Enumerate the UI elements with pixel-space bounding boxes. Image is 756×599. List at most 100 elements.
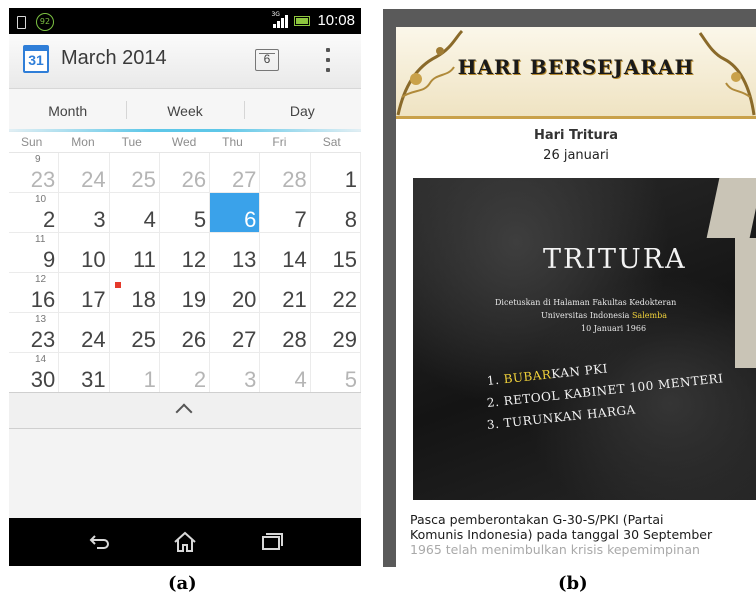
day-number: 16 (30, 287, 56, 312)
day-cell[interactable]: 25 (109, 153, 160, 193)
day-cell[interactable]: 28 (260, 313, 311, 353)
day-number: 7 (294, 207, 307, 232)
day-cell[interactable]: 5 (159, 193, 211, 233)
day-cell[interactable]: 28 (260, 153, 311, 193)
inscription-line-2-text: Universitas Indonesia (541, 311, 632, 320)
day-cell[interactable]: 22 (310, 273, 361, 313)
day-cell[interactable]: 4 (260, 353, 311, 393)
banner-title: HARI BERSEJARAH (457, 55, 695, 79)
week-number: 10 (35, 194, 47, 205)
day-number: 12 (181, 247, 207, 272)
day-number: 19 (181, 287, 207, 312)
day-number: 27 (231, 167, 257, 192)
day-number: 3 (244, 367, 257, 392)
week-number: 9 (35, 154, 41, 165)
day-cell[interactable]: 31 (59, 353, 110, 393)
day-cell[interactable]: 7 (260, 193, 311, 233)
day-number: 1 (344, 167, 357, 192)
day-cell[interactable]: 13 (210, 233, 261, 273)
day-number: 26 (181, 327, 207, 352)
recent-apps-icon[interactable] (257, 528, 285, 556)
agenda-drawer-handle[interactable] (9, 392, 361, 429)
day-number: 23 (30, 167, 56, 192)
weekday-label: Sun (21, 135, 43, 149)
weekday-label: Tue (121, 135, 142, 149)
caption-b: (b) (558, 573, 588, 594)
day-cell[interactable]: 24 (59, 153, 110, 193)
day-cell[interactable]: 11 (109, 233, 160, 273)
action-bar: 31 March 2014 6 (9, 34, 361, 89)
day-cell[interactable]: 17 (59, 273, 110, 313)
day-cell[interactable]: 15 (310, 233, 361, 273)
day-cell[interactable]: 19 (159, 273, 211, 313)
view-tabs: Month Week Day (9, 89, 361, 131)
weekday-label: Sat (322, 135, 341, 149)
day-cell[interactable]: 4 (109, 193, 160, 233)
day-number: 9 (43, 247, 56, 272)
day-number: 28 (282, 167, 307, 192)
day-number: 15 (332, 247, 357, 272)
weekday-label: Mon (71, 135, 95, 149)
day-number: 29 (332, 327, 357, 352)
day-cell[interactable]: 26 (159, 313, 211, 353)
day-number: 28 (282, 327, 307, 352)
day-number: 11 (133, 247, 156, 272)
day-cell[interactable]: 25 (109, 313, 160, 353)
article-body: Pasca pemberontakan G-30-S/PKI (Partai K… (410, 512, 754, 557)
tab-week[interactable]: Week (126, 89, 243, 131)
day-cell[interactable]: 27 (210, 153, 261, 193)
day-number: 3 (93, 207, 106, 232)
overflow-menu-icon[interactable] (325, 48, 331, 72)
today-button[interactable]: 6 (255, 49, 279, 71)
week-number: 14 (35, 354, 47, 365)
header-banner: HARI BERSEJARAH (396, 27, 756, 119)
month-title[interactable]: March 2014 (61, 47, 167, 70)
day-number: 20 (231, 287, 257, 312)
inscription-line-2: Universitas Indonesia Salemba (541, 311, 667, 320)
day-cell[interactable]: 24 (59, 313, 110, 353)
day-number: 14 (282, 247, 307, 272)
day-number: 24 (81, 327, 106, 352)
day-number: 5 (344, 367, 357, 392)
day-cell[interactable]: 12 (159, 233, 211, 273)
day-number: 27 (231, 327, 257, 352)
agenda-drawer (9, 429, 361, 518)
day-number: 5 (193, 207, 207, 232)
day-cell[interactable]: 3 (59, 193, 110, 233)
notification-icon (17, 15, 26, 29)
inscription-line-1: Dicetuskan di Halaman Fakultas Kedoktera… (495, 298, 677, 307)
day-number: 17 (81, 287, 106, 312)
home-icon[interactable] (171, 528, 199, 556)
day-number: 1 (143, 367, 156, 392)
stone-texture (413, 178, 756, 500)
day-number: 25 (131, 327, 156, 352)
day-cell[interactable]: 1 (109, 353, 160, 393)
day-cell[interactable]: 20 (210, 273, 261, 313)
tab-month[interactable]: Month (9, 89, 126, 131)
article-body-line-1: Pasca pemberontakan G-30-S/PKI (Partai (410, 512, 664, 527)
day-cell-today[interactable]: 6 (210, 193, 261, 233)
caption-a: (a) (168, 573, 197, 594)
day-cell[interactable]: 5 (310, 353, 361, 393)
calendar-icon[interactable]: 31 (23, 45, 49, 73)
day-cell[interactable]: 10 (59, 233, 110, 273)
back-icon[interactable] (85, 528, 113, 556)
status-time: 10:08 (317, 12, 355, 29)
article-phone-frame: HARI BERSEJARAH Hari Tritura 26 januari … (383, 9, 756, 567)
signal-strength-icon: 3G (271, 11, 289, 28)
day-cell[interactable]: 8 (310, 193, 361, 233)
day-cell[interactable]: 18 (109, 273, 160, 313)
day-cell[interactable]: 21 (260, 273, 311, 313)
day-cell[interactable]: 27 (210, 313, 261, 353)
day-cell[interactable]: 3 (210, 353, 261, 393)
day-cell[interactable]: 26 (159, 153, 211, 193)
day-number: 4 (143, 207, 156, 232)
day-cell[interactable]: 1 (310, 153, 361, 193)
day-cell[interactable]: 2 (159, 353, 211, 393)
day-cell[interactable]: 29 (310, 313, 361, 353)
day-cell[interactable]: 14 (260, 233, 311, 273)
navigation-bar (9, 518, 361, 566)
chevron-up-icon[interactable] (175, 403, 193, 421)
day-number: 23 (30, 327, 56, 352)
tab-day[interactable]: Day (243, 89, 361, 131)
